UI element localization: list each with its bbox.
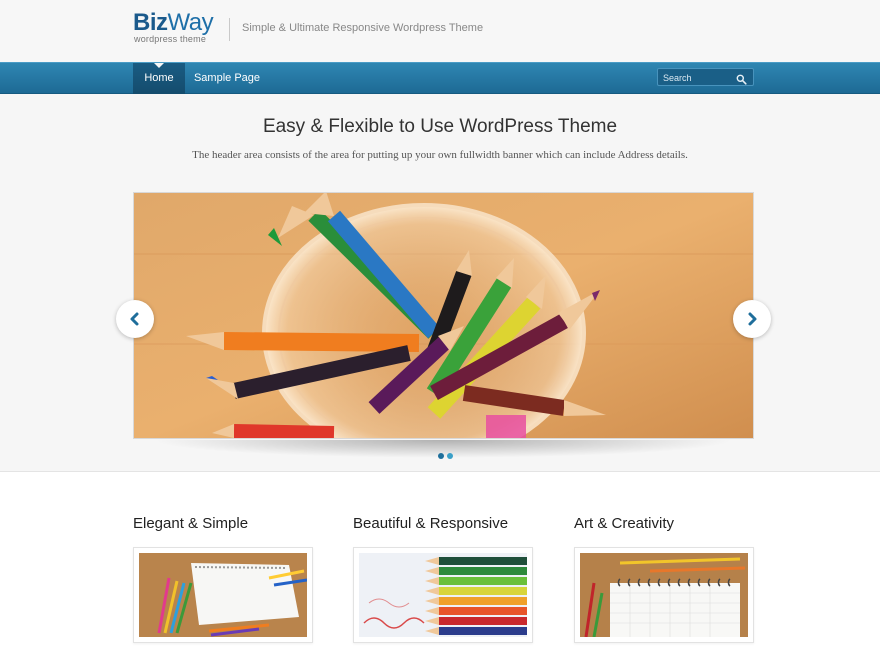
slider-next-button[interactable] bbox=[733, 300, 771, 338]
slider-dot-2[interactable] bbox=[447, 453, 453, 459]
logo-wordmark: BizWay bbox=[133, 9, 214, 36]
feature-title: Beautiful & Responsive bbox=[353, 515, 509, 532]
active-caret-icon bbox=[154, 63, 164, 68]
nav-item-label: Home bbox=[144, 72, 174, 84]
logo-part-biz: Biz bbox=[133, 9, 168, 36]
chevron-right-icon bbox=[748, 312, 757, 326]
logo-part-way: Way bbox=[167, 9, 214, 36]
feature-title: Elegant & Simple bbox=[133, 515, 249, 532]
slider-dot-1[interactable] bbox=[438, 453, 444, 459]
slide-image bbox=[134, 193, 753, 438]
chevron-left-icon bbox=[130, 312, 139, 326]
feature-image[interactable] bbox=[574, 547, 754, 643]
spiral-notebook-image bbox=[580, 553, 748, 637]
feature-title: Art & Creativity bbox=[574, 515, 675, 532]
search-form bbox=[657, 68, 754, 86]
nav-item-home[interactable]: Home bbox=[133, 63, 185, 94]
nav-item-sample-page[interactable]: Sample Page bbox=[190, 63, 264, 94]
pencil-row-image bbox=[359, 553, 527, 637]
nav-item-label: Sample Page bbox=[193, 72, 261, 84]
search-input[interactable] bbox=[663, 71, 733, 84]
logo-subtitle: wordpress theme bbox=[134, 34, 207, 44]
slider-pagination bbox=[438, 453, 458, 459]
site-logo[interactable]: BizWay wordpress theme bbox=[133, 10, 223, 46]
slider-prev-button[interactable] bbox=[116, 300, 154, 338]
notepad-pencils-image bbox=[139, 553, 307, 637]
feature-image[interactable] bbox=[133, 547, 313, 643]
tagline-divider bbox=[229, 18, 230, 41]
site-header: BizWay wordpress theme Simple & Ultimate… bbox=[0, 0, 880, 62]
site-tagline: Simple & Ultimate Responsive Wordpress T… bbox=[242, 22, 484, 34]
search-icon[interactable] bbox=[736, 72, 747, 85]
main-navigation: Home Sample Page bbox=[0, 62, 880, 94]
feature-image[interactable] bbox=[353, 547, 533, 643]
intro-title: Easy & Flexible to Use WordPress Theme bbox=[262, 116, 618, 137]
image-slider bbox=[133, 192, 754, 439]
intro-description: The header area consists of the area for… bbox=[192, 149, 688, 161]
